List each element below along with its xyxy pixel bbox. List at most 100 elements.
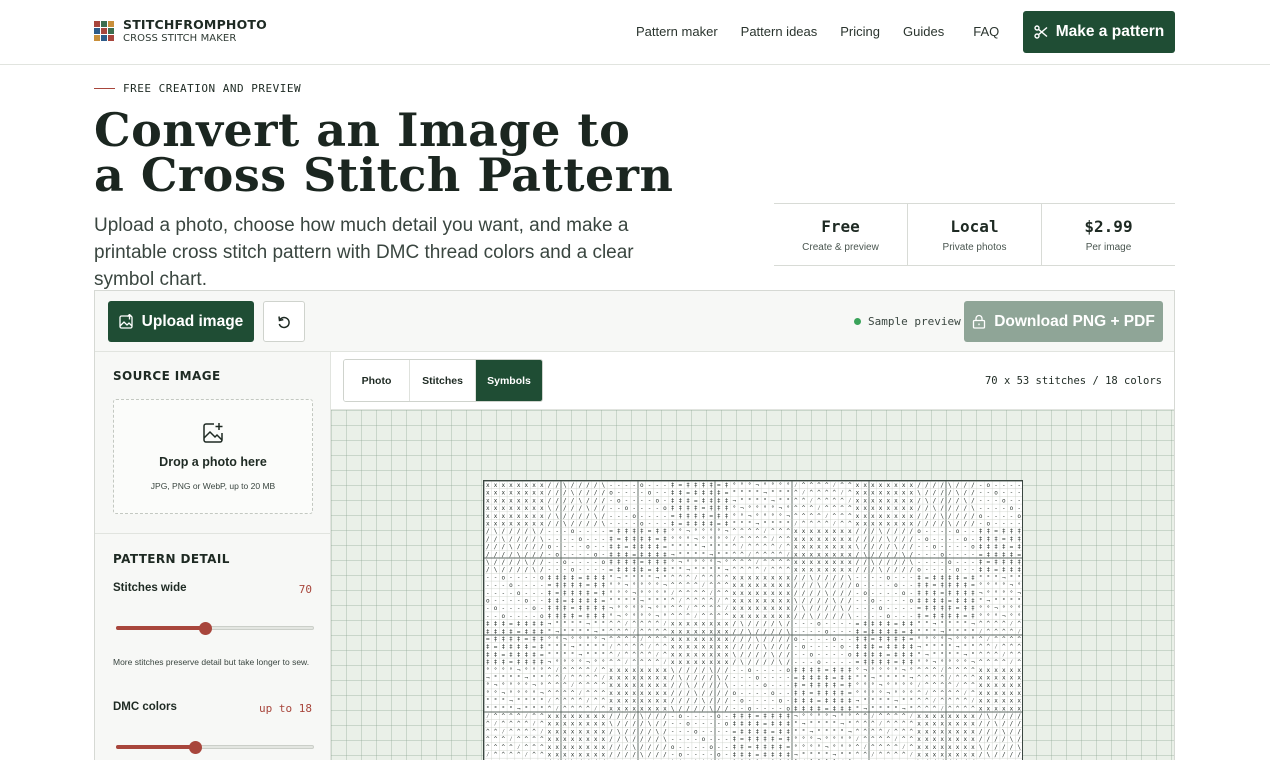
svg-text:o: o xyxy=(525,598,529,605)
svg-text:⁄: ⁄ xyxy=(948,675,952,682)
svg-text:/: / xyxy=(771,659,775,666)
svg-text:x: x xyxy=(910,513,914,520)
svg-text:‡: ‡ xyxy=(509,644,513,651)
tab-stitches[interactable]: Stitches xyxy=(410,360,476,401)
svg-text:‡: ‡ xyxy=(571,613,575,620)
svg-text:/: / xyxy=(963,505,967,512)
svg-text:\: \ xyxy=(602,521,606,528)
svg-text:/: / xyxy=(948,490,952,497)
pattern-canvas[interactable]: x x x x x x x x / / \ / / / / \ - - - - o - - - ‡ = ‡ ‡ ‡ ‡ = ‡ ° ° ° ¬ ° ° ° °… xyxy=(331,410,1174,760)
svg-text:x: x xyxy=(571,728,575,735)
svg-text:‡: ‡ xyxy=(994,559,998,566)
nav-pricing[interactable]: Pricing xyxy=(840,24,880,39)
tab-symbols[interactable]: Symbols xyxy=(476,360,542,401)
svg-text:x: x xyxy=(979,667,983,674)
nav-faq[interactable]: FAQ xyxy=(973,24,999,39)
svg-text:-: - xyxy=(609,521,613,528)
svg-text:/: / xyxy=(848,598,852,605)
make-pattern-button[interactable]: Make a pattern xyxy=(1023,11,1175,53)
svg-text:/: / xyxy=(987,736,991,743)
svg-text:°: ° xyxy=(494,667,498,674)
photo-dropzone[interactable]: Drop a photo here JPG, PNG or WebP, up t… xyxy=(113,399,313,514)
svg-text:‡: ‡ xyxy=(763,736,767,743)
svg-text:^: ^ xyxy=(632,651,636,658)
svg-text:°: ° xyxy=(748,521,752,528)
svg-text:^: ^ xyxy=(856,752,860,759)
svg-text:‡: ‡ xyxy=(871,651,875,658)
svg-text:‡: ‡ xyxy=(771,721,775,728)
svg-text:^: ^ xyxy=(894,752,898,759)
nav-guides[interactable]: Guides xyxy=(903,24,944,39)
svg-text:‡: ‡ xyxy=(917,598,921,605)
svg-text:-: - xyxy=(933,551,937,558)
svg-text:x: x xyxy=(717,628,721,635)
reset-button[interactable] xyxy=(263,301,305,342)
svg-text:-: - xyxy=(987,497,991,504)
svg-text:^: ^ xyxy=(563,705,567,712)
svg-text:=: = xyxy=(756,752,760,759)
svg-text:°: ° xyxy=(663,574,667,581)
stitches-slider[interactable] xyxy=(116,622,314,635)
symbol-chart[interactable]: x x x x x x x x / / \ / / / / \ - - - - o - - - ‡ = ‡ ‡ ‡ ‡ = ‡ ° ° ° ¬ ° ° ° °… xyxy=(483,480,1023,760)
svg-text:^: ^ xyxy=(655,621,659,628)
svg-text:/: / xyxy=(717,705,721,712)
svg-text:-: - xyxy=(1010,497,1014,504)
colors-slider[interactable] xyxy=(116,741,314,754)
svg-text:¬: ¬ xyxy=(578,651,582,658)
svg-text:/: / xyxy=(917,482,921,489)
slider-thumb[interactable] xyxy=(189,741,203,754)
svg-text:o: o xyxy=(786,705,790,712)
upload-image-button[interactable]: Upload image xyxy=(108,301,254,342)
svg-text:/: / xyxy=(586,513,590,520)
svg-text:x: x xyxy=(501,513,505,520)
svg-text:¬: ¬ xyxy=(586,659,590,666)
tab-photo[interactable]: Photo xyxy=(344,360,410,401)
svg-text:\: \ xyxy=(486,559,490,566)
svg-text:/: / xyxy=(1017,721,1021,728)
svg-text:^: ^ xyxy=(532,744,536,751)
svg-text:-: - xyxy=(694,713,698,720)
svg-text:\: \ xyxy=(809,574,813,581)
download-button[interactable]: Download PNG + PDF xyxy=(964,301,1163,342)
svg-text:\: \ xyxy=(779,659,783,666)
svg-text:‡: ‡ xyxy=(825,690,829,697)
nav-pattern-ideas[interactable]: Pattern ideas xyxy=(741,24,818,39)
svg-text:^: ^ xyxy=(848,521,852,528)
svg-text:/: / xyxy=(663,752,667,759)
svg-text:-: - xyxy=(910,605,914,612)
svg-text:‡: ‡ xyxy=(840,705,844,712)
svg-text:‡: ‡ xyxy=(709,490,713,497)
svg-text:/: / xyxy=(756,621,760,628)
svg-text:^: ^ xyxy=(717,605,721,612)
nav-pattern-maker[interactable]: Pattern maker xyxy=(636,24,718,39)
svg-text:=: = xyxy=(509,621,513,628)
svg-text:/: / xyxy=(786,644,790,651)
logo[interactable]: STITCHFROMPHOTO CROSS STITCH MAKER xyxy=(94,18,267,44)
svg-text:¬: ¬ xyxy=(871,675,875,682)
svg-text:⁄: ⁄ xyxy=(555,667,559,674)
svg-text:x: x xyxy=(609,705,613,712)
svg-text:x: x xyxy=(971,721,975,728)
svg-text:‡: ‡ xyxy=(725,513,729,520)
slider-thumb[interactable] xyxy=(199,622,213,635)
svg-text:/: / xyxy=(709,698,713,705)
svg-text:x: x xyxy=(933,728,937,735)
svg-text:‡: ‡ xyxy=(902,636,906,643)
svg-text:x: x xyxy=(894,482,898,489)
svg-text:=: = xyxy=(609,567,613,574)
svg-text:x: x xyxy=(709,636,713,643)
svg-text:-: - xyxy=(548,551,552,558)
svg-text:/: / xyxy=(910,544,914,551)
svg-text:/: / xyxy=(632,736,636,743)
svg-text:x: x xyxy=(563,744,567,751)
svg-text:‡: ‡ xyxy=(756,721,760,728)
svg-text:x: x xyxy=(594,744,598,751)
svg-text:¬: ¬ xyxy=(494,682,498,689)
svg-text:/: / xyxy=(548,513,552,520)
svg-text:x: x xyxy=(756,605,760,612)
svg-text:/: / xyxy=(756,651,760,658)
svg-text:x: x xyxy=(686,651,690,658)
stat-label: Per image xyxy=(1085,242,1132,253)
svg-text:‡: ‡ xyxy=(686,521,690,528)
svg-text:‡: ‡ xyxy=(848,675,852,682)
